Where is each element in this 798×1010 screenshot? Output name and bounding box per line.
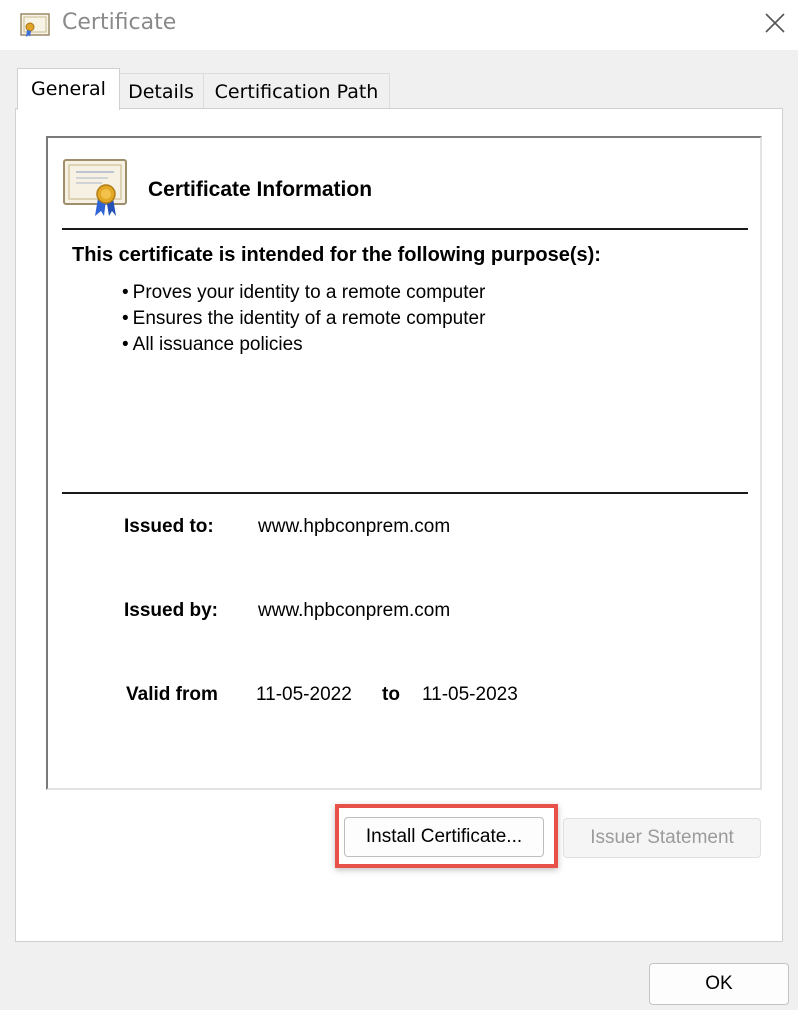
title-bar: Certificate	[0, 0, 798, 50]
window-title: Certificate	[62, 10, 177, 35]
tab-certification-path[interactable]: Certification Path	[203, 73, 390, 108]
certificate-icon	[20, 12, 50, 38]
valid-from-label: Valid from	[126, 684, 218, 705]
issued-by-label: Issued by:	[124, 600, 218, 621]
tab-general[interactable]: General	[17, 68, 120, 110]
list-item: Proves your identity to a remote compute…	[122, 280, 486, 306]
issued-by-value: www.hpbconprem.com	[258, 600, 451, 621]
divider	[62, 228, 748, 230]
tab-details[interactable]: Details	[118, 73, 204, 108]
valid-from-value: 11-05-2022	[256, 684, 352, 705]
certificate-info-box: Certificate Information This certificate…	[46, 136, 762, 790]
install-certificate-button[interactable]: Install Certificate...	[344, 817, 544, 857]
valid-to-value: 11-05-2023	[422, 684, 518, 705]
certificate-info-heading: Certificate Information	[148, 178, 373, 201]
valid-to-label: to	[382, 684, 400, 705]
tab-label: Details	[128, 81, 194, 103]
list-item: Ensures the identity of a remote compute…	[122, 306, 486, 332]
tab-label: General	[31, 78, 106, 100]
close-button[interactable]	[752, 0, 798, 46]
issuer-statement-button[interactable]: Issuer Statement	[563, 818, 761, 858]
close-icon	[765, 13, 785, 33]
certificate-icon	[62, 156, 128, 218]
tab-label: Certification Path	[214, 81, 379, 103]
issued-to-label: Issued to:	[124, 516, 214, 537]
list-item: All issuance policies	[122, 332, 485, 358]
ok-button[interactable]: OK	[649, 963, 789, 1005]
purpose-list: Proves your identity to a remote compute…	[122, 280, 486, 358]
purpose-heading: This certificate is intended for the fol…	[72, 244, 601, 266]
divider	[62, 492, 748, 494]
issued-to-value: www.hpbconprem.com	[258, 516, 451, 537]
